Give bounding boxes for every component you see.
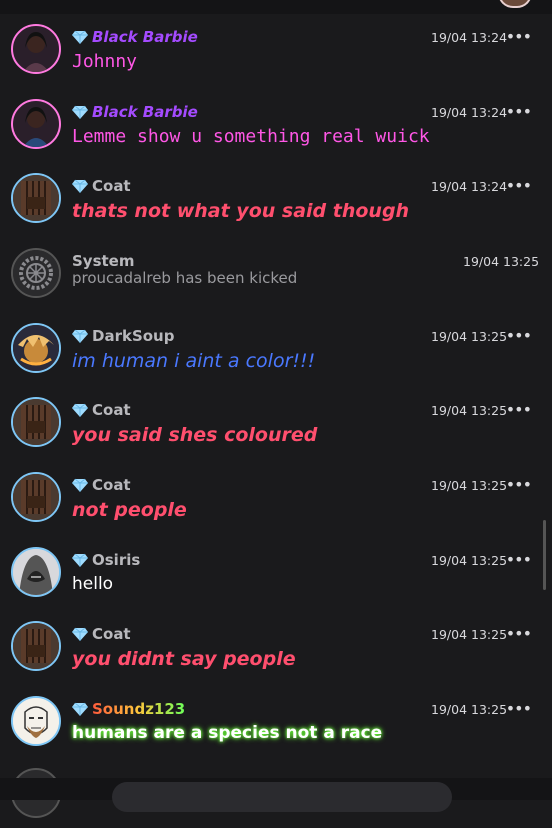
username[interactable]: Coat [92, 401, 131, 419]
timestamp: 19/04 13:24 [431, 179, 508, 194]
timestamp: 19/04 13:25 [431, 627, 508, 642]
more-options-icon[interactable]: ••• [506, 326, 532, 345]
more-options-icon[interactable]: ••• [506, 176, 532, 195]
scrollbar[interactable] [543, 520, 546, 590]
avatar[interactable] [11, 472, 61, 522]
avatar[interactable] [11, 547, 61, 597]
message-header: Coat [72, 400, 131, 420]
diamond-icon [72, 702, 88, 716]
timestamp: 19/04 13:25 [431, 478, 508, 493]
username[interactable]: Coat [92, 476, 131, 494]
message-header: System [72, 251, 134, 271]
diamond-icon [72, 478, 88, 492]
diamond-icon [72, 179, 88, 193]
avatar[interactable] [11, 173, 61, 223]
chat-message: Black Barbie 19/04 13:24 ••• Johnny [0, 7, 552, 81]
avatar[interactable] [11, 99, 61, 149]
username: System [72, 252, 135, 270]
chat-message: Coat 19/04 13:25 ••• not people [0, 455, 552, 529]
timestamp: 19/04 13:24 [431, 30, 508, 45]
message-header: DarkSoup [72, 326, 174, 346]
message-text: not people [72, 499, 187, 521]
username[interactable]: Coat [92, 625, 131, 643]
diamond-icon [72, 105, 88, 119]
message-text: proucadalreb has been kicked [72, 269, 297, 287]
username[interactable]: Coat [92, 177, 131, 195]
chat-message: DarkSoup 19/04 13:25 ••• im human i aint… [0, 306, 552, 380]
more-options-icon[interactable]: ••• [506, 27, 532, 46]
chat-message: Osiris 19/04 13:25 ••• hello [0, 530, 552, 604]
avatar[interactable] [11, 621, 61, 671]
more-options-icon[interactable]: ••• [506, 475, 532, 494]
message-header: Black Barbie [72, 27, 198, 47]
timestamp: 19/04 13:25 [431, 403, 508, 418]
avatar[interactable] [11, 696, 61, 746]
chat-message: Coat 19/04 13:25 ••• you didnt say peopl… [0, 604, 552, 678]
kicked-action: has been kicked [170, 269, 298, 287]
message-text: hello [72, 574, 114, 594]
more-options-icon[interactable]: ••• [506, 102, 532, 121]
diamond-icon [72, 553, 88, 567]
diamond-icon [72, 403, 88, 417]
message-text: you said shes coloured [72, 424, 318, 446]
message-text: thats not what you said though [72, 200, 410, 222]
diamond-icon [72, 30, 88, 44]
avatar[interactable] [11, 397, 61, 447]
message-header: Osiris [72, 550, 140, 570]
timestamp: 19/04 13:25 [431, 553, 508, 568]
message-header: Soundz123 [72, 699, 185, 719]
message-header: Coat [72, 176, 131, 196]
message-header: Coat [72, 624, 131, 644]
bottom-bar [0, 778, 552, 812]
message-header: Black Barbie [72, 102, 198, 122]
message-input[interactable] [112, 782, 452, 812]
more-options-icon[interactable]: ••• [506, 699, 532, 718]
message-text: Lemme show u something real wuick [72, 126, 430, 147]
username[interactable]: Black Barbie [92, 28, 198, 46]
message-text: im human i aint a color!!! [72, 350, 316, 372]
timestamp: 19/04 13:25 [463, 254, 540, 269]
diamond-icon [72, 329, 88, 343]
timestamp: 19/04 13:25 [431, 329, 508, 344]
message-header: Coat [72, 475, 131, 495]
more-options-icon[interactable]: ••• [506, 400, 532, 419]
username[interactable]: DarkSoup [92, 327, 174, 345]
username[interactable]: Black Barbie [92, 103, 198, 121]
timestamp: 19/04 13:25 [431, 702, 508, 717]
system-message: System 19/04 13:25 proucadalreb has been… [0, 231, 552, 305]
chat-message: Coat 19/04 13:25 ••• you said shes colou… [0, 380, 552, 454]
chat-message: Coat 19/04 13:24 ••• thats not what you … [0, 156, 552, 230]
message-text: you didnt say people [72, 648, 296, 670]
username[interactable]: Soundz123 [92, 700, 185, 718]
message-text: humans are a species not a race [72, 723, 383, 743]
avatar[interactable] [11, 24, 61, 74]
username[interactable]: Osiris [92, 551, 140, 569]
gear-icon [13, 250, 59, 296]
more-options-icon[interactable]: ••• [506, 550, 532, 569]
message-text: Johnny [72, 51, 138, 72]
avatar [11, 248, 61, 298]
timestamp: 19/04 13:24 [431, 105, 508, 120]
kicked-username[interactable]: proucadalreb [72, 269, 171, 287]
chat-message: Black Barbie 19/04 13:24 ••• Lemme show … [0, 82, 552, 156]
chat-message: Soundz123 19/04 13:25 ••• humans are a s… [0, 679, 552, 753]
avatar[interactable] [11, 323, 61, 373]
more-options-icon[interactable]: ••• [506, 624, 532, 643]
diamond-icon [72, 627, 88, 641]
